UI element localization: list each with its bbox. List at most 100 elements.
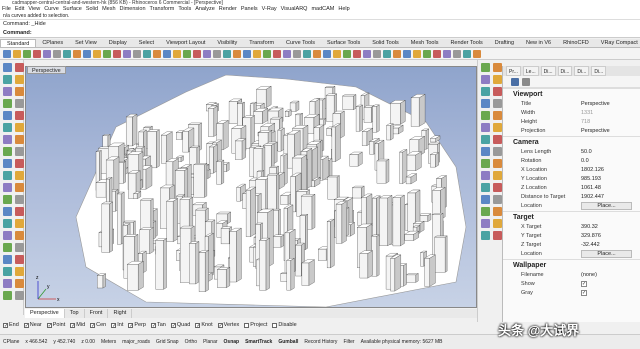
- status-grid-snap[interactable]: Grid Snap: [156, 335, 179, 349]
- toolbar-tool-icon[interactable]: [83, 50, 91, 58]
- panel-tab[interactable]: Di...: [591, 66, 607, 76]
- toolbar-tab-vray-compact[interactable]: VRay Compact: [595, 39, 640, 47]
- tool-icon[interactable]: [493, 75, 502, 84]
- tool-icon[interactable]: [3, 219, 12, 228]
- osnap-perp[interactable]: ✓ Perp: [128, 320, 146, 331]
- menu-item-panels[interactable]: Panels: [241, 6, 258, 13]
- toolbar-tool-icon[interactable]: [463, 50, 471, 58]
- panel-tab[interactable]: Pr...: [506, 66, 521, 76]
- target-prop-value[interactable]: 329.876: [581, 232, 640, 241]
- toolbar-tool-icon[interactable]: [43, 50, 51, 58]
- tool-icon[interactable]: [481, 159, 490, 168]
- toolbar-tool-icon[interactable]: [373, 50, 381, 58]
- tool-icon[interactable]: [493, 147, 502, 156]
- tool-icon[interactable]: [15, 135, 24, 144]
- tool-icon[interactable]: [3, 231, 12, 240]
- menu-item-surface[interactable]: Surface: [63, 6, 82, 13]
- toolbar-tool-icon[interactable]: [23, 50, 31, 58]
- toolbar-tab-render-tools[interactable]: Render Tools: [444, 39, 488, 47]
- tool-icon[interactable]: [493, 231, 502, 240]
- toolbar-tab-solid-tools[interactable]: Solid Tools: [366, 39, 405, 47]
- command-prompt[interactable]: Command:: [0, 28, 640, 38]
- tool-icon[interactable]: [3, 267, 12, 276]
- tool-icon[interactable]: [481, 99, 490, 108]
- tool-icon[interactable]: [493, 219, 502, 228]
- toolbar-tool-icon[interactable]: [263, 50, 271, 58]
- tool-icon[interactable]: [3, 291, 12, 300]
- tool-icon[interactable]: [15, 207, 24, 216]
- toolbar-tab-select[interactable]: Select: [133, 39, 160, 47]
- wallpaper-gray-checkbox[interactable]: ✓: [581, 289, 640, 298]
- toolbar-tool-icon[interactable]: [243, 50, 251, 58]
- toolbar-tool-icon[interactable]: [473, 50, 481, 58]
- menu-item-mesh[interactable]: Mesh: [102, 6, 115, 13]
- camera-place-button[interactable]: Place...: [581, 202, 632, 210]
- toolbar-tab-surface-tools[interactable]: Surface Tools: [321, 39, 366, 47]
- tool-icon[interactable]: [3, 147, 12, 156]
- toolbar-tool-icon[interactable]: [443, 50, 451, 58]
- camera-icon[interactable]: [511, 78, 519, 86]
- toolbar-tool-icon[interactable]: [253, 50, 261, 58]
- toolbar-tool-icon[interactable]: [283, 50, 291, 58]
- tool-icon[interactable]: [481, 195, 490, 204]
- toolbar-tool-icon[interactable]: [313, 50, 321, 58]
- toolbar-tool-icon[interactable]: [343, 50, 351, 58]
- tool-icon[interactable]: [481, 219, 490, 228]
- toolbar-tool-icon[interactable]: [353, 50, 361, 58]
- status-cplane[interactable]: CPlane: [3, 335, 19, 349]
- menu-item-solid[interactable]: Solid: [86, 6, 98, 13]
- menu-item-help[interactable]: Help: [338, 6, 349, 13]
- tool-icon[interactable]: [3, 279, 12, 288]
- osnap-point[interactable]: ✓ Point: [46, 320, 65, 331]
- menu-item-edit[interactable]: Edit: [15, 6, 24, 13]
- toolbar-tool-icon[interactable]: [383, 50, 391, 58]
- toolbar-tool-icon[interactable]: [163, 50, 171, 58]
- osnap-near[interactable]: ✓ Near: [23, 320, 42, 331]
- tool-icon[interactable]: [15, 147, 24, 156]
- tool-icon[interactable]: [493, 123, 502, 132]
- toolbar-tab-visibility[interactable]: Visibility: [211, 39, 243, 47]
- tool-icon[interactable]: [3, 195, 12, 204]
- toolbar-tab-cplanes[interactable]: CPlanes: [36, 39, 69, 47]
- toolbar-tab-curve-tools[interactable]: Curve Tools: [280, 39, 321, 47]
- wallpaper-filename-value[interactable]: (none): [581, 271, 640, 280]
- tool-icon[interactable]: [3, 255, 12, 264]
- view-tab-perspective[interactable]: Perspective: [25, 309, 65, 318]
- toolbar-tool-icon[interactable]: [73, 50, 81, 58]
- status-record-history[interactable]: Record History: [304, 335, 337, 349]
- menu-item-dimension[interactable]: Dimension: [120, 6, 146, 13]
- view-tab-top[interactable]: Top: [65, 309, 85, 318]
- toolbar-tool-icon[interactable]: [183, 50, 191, 58]
- tool-icon[interactable]: [15, 171, 24, 180]
- toolbar-tab-set-view[interactable]: Set View: [69, 39, 103, 47]
- toolbar-tool-icon[interactable]: [223, 50, 231, 58]
- toolbar-tool-icon[interactable]: [173, 50, 181, 58]
- tool-icon[interactable]: [3, 75, 12, 84]
- target-prop-value[interactable]: 390.32: [581, 223, 640, 232]
- camera-prop-value[interactable]: 50.0: [581, 148, 640, 157]
- menu-item-curve[interactable]: Curve: [44, 6, 59, 13]
- toolbar-tool-icon[interactable]: [213, 50, 221, 58]
- osnap-cen[interactable]: ✓ Cen: [90, 320, 106, 331]
- tool-icon[interactable]: [481, 231, 490, 240]
- toolbar-tab-drafting[interactable]: Drafting: [489, 39, 520, 47]
- panel-tab[interactable]: Le...: [522, 66, 539, 76]
- toolbar-tool-icon[interactable]: [143, 50, 151, 58]
- toolbar-tool-icon[interactable]: [53, 50, 61, 58]
- tool-icon[interactable]: [481, 171, 490, 180]
- status-units[interactable]: Meters: [101, 335, 116, 349]
- tool-icon[interactable]: [481, 63, 490, 72]
- osnap-end[interactable]: ✓ End: [3, 320, 19, 331]
- toolbar-tool-icon[interactable]: [303, 50, 311, 58]
- tool-icon[interactable]: [15, 267, 24, 276]
- camera-prop-value[interactable]: 0.0: [581, 157, 640, 166]
- osnap-vertex[interactable]: ✓ Vertex: [217, 320, 239, 331]
- toolbar-tab-mesh-tools[interactable]: Mesh Tools: [405, 39, 445, 47]
- tool-icon[interactable]: [15, 111, 24, 120]
- osnap-int[interactable]: ✓ Int: [111, 320, 123, 331]
- panel-tab[interactable]: Di...: [574, 66, 590, 76]
- toolbar-tool-icon[interactable]: [403, 50, 411, 58]
- tool-icon[interactable]: [3, 159, 12, 168]
- tool-icon[interactable]: [3, 63, 12, 72]
- toolbar-tool-icon[interactable]: [423, 50, 431, 58]
